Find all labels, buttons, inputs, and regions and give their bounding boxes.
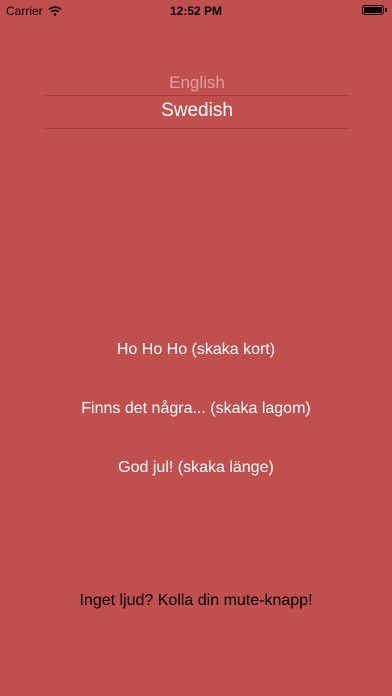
picker-divider [45, 128, 349, 129]
battery-icon [362, 5, 387, 15]
sound-button-god-jul[interactable]: God jul! (skaka länge) [0, 459, 392, 477]
status-time: 12:52 PM [169, 4, 223, 18]
picker-option-swedish[interactable]: Swedish [45, 100, 349, 122]
status-bar: Carrier 12:52 PM [0, 0, 392, 22]
language-picker[interactable]: English Swedish [45, 66, 349, 132]
sound-button-ho-ho-ho[interactable]: Ho Ho Ho (skaka kort) [0, 341, 392, 359]
picker-option-english[interactable]: English [45, 73, 349, 93]
sound-button-finns-det-nagra[interactable]: Finns det några... (skaka lagom) [0, 400, 392, 418]
picker-divider [45, 95, 349, 96]
mute-hint: Inget ljud? Kolla din mute-knapp! [79, 592, 313, 609]
